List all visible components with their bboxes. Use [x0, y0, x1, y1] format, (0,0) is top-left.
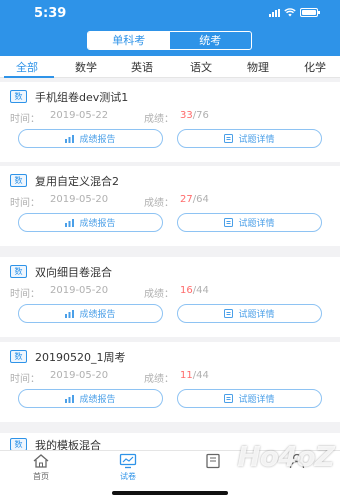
time-label: 时间： — [10, 289, 40, 300]
tab-chinese[interactable]: 语文 — [190, 59, 212, 75]
exam-title: 双向细目卷混合 — [35, 266, 112, 279]
document-icon — [224, 134, 234, 143]
time-label: 时间： — [10, 374, 40, 385]
score-report-button[interactable]: 成绩报告 — [18, 213, 163, 232]
bar-chart-icon — [65, 395, 75, 403]
time-label: 时间： — [10, 114, 40, 125]
tab-chemistry[interactable]: 化学 — [304, 59, 326, 75]
exam-card[interactable]: 数 20190520_1周考 时间： 2019-05-20 成绩： 11/44 … — [0, 342, 340, 422]
question-detail-label: 试题详情 — [238, 395, 275, 405]
score-total: /76 — [192, 110, 209, 121]
score-report-label: 成绩报告 — [79, 135, 116, 145]
score-report-button[interactable]: 成绩报告 — [18, 304, 163, 323]
exam-date: 2019-05-20 — [50, 285, 109, 296]
bar-chart-icon — [65, 219, 75, 227]
score-label: 成绩： — [144, 374, 174, 385]
wifi-icon — [284, 8, 296, 17]
score-obtained: 27 — [180, 194, 193, 205]
question-detail-label: 试题详情 — [238, 135, 275, 145]
document-icon — [224, 394, 234, 403]
monitor-chart-icon — [119, 453, 137, 469]
document-icon — [224, 309, 234, 318]
score-report-label: 成绩报告 — [79, 310, 116, 320]
tab-physics[interactable]: 物理 — [247, 59, 269, 75]
tab-math[interactable]: 数学 — [75, 59, 97, 75]
question-detail-button[interactable]: 试题详情 — [177, 129, 322, 148]
nav-home-label: 首页 — [33, 472, 49, 481]
score-total: /64 — [192, 194, 209, 205]
segment-unified-exam[interactable]: 统考 — [170, 32, 252, 49]
score-report-label: 成绩报告 — [79, 395, 116, 405]
signal-icon — [269, 8, 280, 17]
subject-badge: 数 — [10, 174, 27, 187]
exam-date: 2019-05-20 — [50, 194, 109, 205]
score-report-button[interactable]: 成绩报告 — [18, 129, 163, 148]
tab-active-indicator — [4, 76, 54, 78]
exam-date: 2019-05-22 — [50, 110, 109, 121]
score-label: 成绩： — [144, 114, 174, 125]
score-obtained: 11 — [180, 370, 193, 381]
score-report-button[interactable]: 成绩报告 — [18, 389, 163, 408]
exam-title: 手机组卷dev测试1 — [35, 91, 129, 104]
tab-english[interactable]: 英语 — [131, 59, 153, 75]
home-icon — [33, 454, 49, 468]
exam-title: 20190520_1周考 — [35, 351, 126, 364]
subject-badge: 数 — [10, 90, 27, 103]
score-obtained: 16 — [180, 285, 193, 296]
exam-score: 27/64 — [180, 194, 209, 205]
question-detail-button[interactable]: 试题详情 — [177, 389, 322, 408]
score-report-label: 成绩报告 — [79, 219, 116, 229]
exam-score: 16/44 — [180, 285, 209, 296]
exam-score: 33/76 — [180, 110, 209, 121]
bar-chart-icon — [65, 310, 75, 318]
subject-badge: 数 — [10, 350, 27, 363]
score-obtained: 33 — [180, 110, 193, 121]
exam-type-segment: 单科考 统考 — [87, 31, 252, 50]
question-detail-button[interactable]: 试题详情 — [177, 213, 322, 232]
exam-card[interactable]: 数 手机组卷dev测试1 时间： 2019-05-22 成绩： 33/76 成绩… — [0, 82, 340, 162]
subject-badge: 数 — [10, 265, 27, 278]
nav-papers-label: 试卷 — [120, 472, 136, 481]
score-total: /44 — [192, 370, 209, 381]
status-time: 5:39 — [34, 6, 67, 21]
question-detail-button[interactable]: 试题详情 — [177, 304, 322, 323]
exam-date: 2019-05-20 — [50, 370, 109, 381]
app-header: 5:39 单科考 统考 — [0, 0, 340, 56]
exam-title: 复用自定义混合2 — [35, 175, 119, 188]
bar-chart-icon — [65, 135, 75, 143]
exam-card[interactable]: 数 双向细目卷混合 时间： 2019-05-20 成绩： 16/44 成绩报告 … — [0, 257, 340, 337]
nav-papers[interactable]: 试卷 — [103, 453, 153, 482]
time-label: 时间： — [10, 198, 40, 209]
watermark-logo: Ho4oZ — [237, 440, 335, 473]
nav-home[interactable]: 首页 — [16, 453, 66, 482]
score-label: 成绩： — [144, 289, 174, 300]
exam-score: 11/44 — [180, 370, 209, 381]
battery-icon — [300, 8, 320, 17]
home-indicator — [112, 491, 228, 495]
tab-all[interactable]: 全部 — [16, 59, 38, 75]
book-icon — [206, 453, 220, 469]
exam-card[interactable]: 数 复用自定义混合2 时间： 2019-05-20 成绩： 27/64 成绩报告… — [0, 166, 340, 246]
nav-third[interactable] — [188, 453, 238, 471]
question-detail-label: 试题详情 — [238, 310, 275, 320]
score-label: 成绩： — [144, 198, 174, 209]
status-icons — [269, 8, 320, 17]
question-detail-label: 试题详情 — [238, 219, 275, 229]
subject-tabs: 全部 数学 英语 语文 物理 化学 — [0, 56, 340, 78]
score-total: /44 — [192, 285, 209, 296]
document-icon — [224, 218, 234, 227]
segment-single-subject[interactable]: 单科考 — [88, 32, 170, 49]
